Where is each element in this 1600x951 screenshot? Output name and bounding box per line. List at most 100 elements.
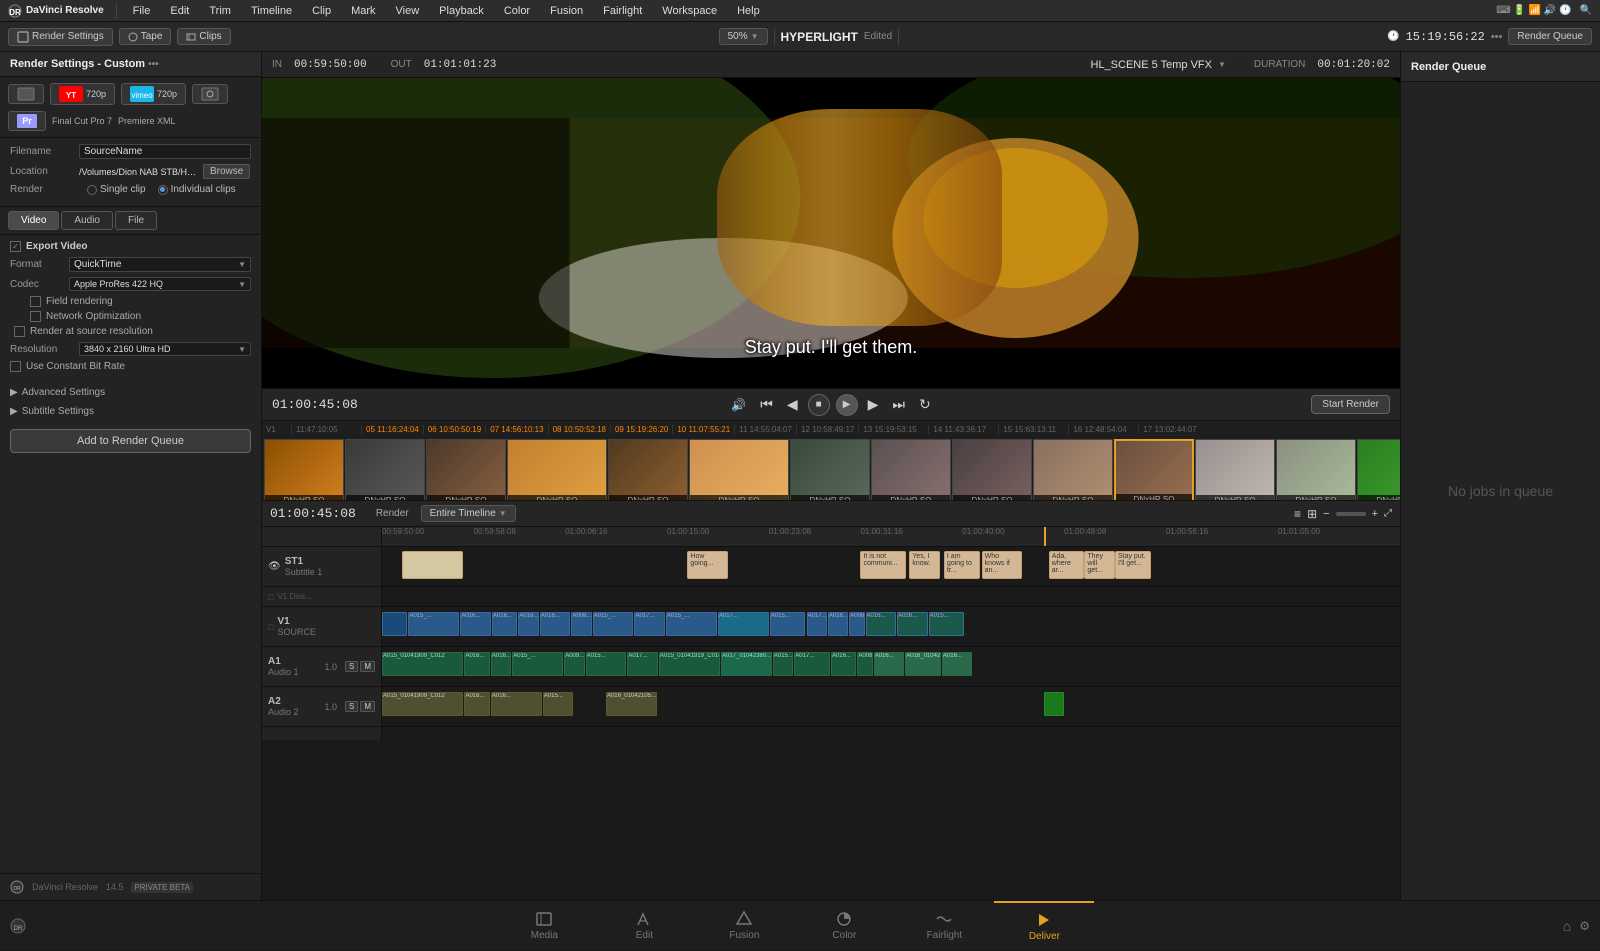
sub-clip-8[interactable]: Stay put. I'll get...	[1115, 551, 1151, 579]
clip-thumb-13[interactable]: DNxHR SQ	[1276, 439, 1356, 500]
tab-audio[interactable]: Audio	[61, 211, 113, 230]
src-clip-5[interactable]: A016...	[540, 612, 571, 636]
src-clip-16[interactable]: A016...	[897, 612, 928, 636]
timeline-playhead[interactable]	[1044, 527, 1046, 546]
nav-house-icon[interactable]: ⌂	[1563, 918, 1571, 934]
render-queue-btn[interactable]: Render Queue	[1508, 28, 1592, 45]
constant-bitrate-cb[interactable]	[10, 361, 21, 372]
clip-thumb-2[interactable]: DNxHR SQ	[345, 439, 425, 500]
src-clip-10[interactable]: A017...	[718, 612, 769, 636]
video-area[interactable]: Stay put. I'll get them.	[262, 78, 1400, 388]
nav-edit[interactable]: Edit	[594, 901, 694, 951]
clip-thumb-1[interactable]: DNxHR SQ	[264, 439, 344, 500]
audio1-clip-14[interactable]: A016...	[874, 652, 905, 676]
menu-trim[interactable]: Trim	[205, 5, 235, 17]
tape-btn[interactable]: Tape	[119, 28, 172, 45]
clip-thumb-9[interactable]: DNxHR SQ	[952, 439, 1032, 500]
nav-media[interactable]: Media	[494, 901, 594, 951]
search-icon[interactable]: 🔍	[1580, 5, 1592, 16]
preset-fcp[interactable]: Final Cut Pro 7	[52, 116, 112, 126]
src-clip-3[interactable]: A016...	[492, 612, 517, 636]
preset-film[interactable]	[192, 84, 228, 104]
field-rendering-cb[interactable]	[30, 296, 41, 307]
list-view-icon[interactable]: ≡	[1294, 507, 1301, 521]
menu-mark[interactable]: Mark	[347, 5, 379, 17]
preset-vimeo[interactable]: vimeo 720p	[121, 83, 186, 105]
src-clip-4[interactable]: A016...	[518, 612, 538, 636]
src-clip-9[interactable]: A015_...	[666, 612, 717, 636]
audio2-clip-5[interactable]: A016_01042105...	[606, 692, 657, 716]
sub-clip-5[interactable]: Who knows if an...	[982, 551, 1023, 579]
audio1-clip-5[interactable]: A009...	[564, 652, 584, 676]
preset-premiere[interactable]: Pr	[8, 111, 46, 131]
format-select[interactable]: QuickTime ▼	[69, 257, 251, 272]
menu-playback[interactable]: Playback	[435, 5, 488, 17]
fit-timeline-btn[interactable]: ⤢	[1384, 508, 1392, 519]
clip-thumb-6[interactable]: DNxHR SQ	[689, 439, 789, 500]
sub-clip-3[interactable]: Yes, I know.	[909, 551, 940, 579]
sub-clip-7[interactable]: They will get...	[1084, 551, 1115, 579]
src-clip-6[interactable]: A008...	[571, 612, 591, 636]
audio1-clip-8[interactable]: A015_01041919_C014	[659, 652, 720, 676]
menu-edit[interactable]: Edit	[166, 5, 193, 17]
tab-file[interactable]: File	[115, 211, 157, 230]
clip-thumb-14[interactable]: DNxHR SQ	[1357, 439, 1400, 500]
export-video-checkbox[interactable]	[10, 241, 21, 252]
audio1-clip-3[interactable]: A016...	[491, 652, 511, 676]
clips-btn[interactable]: Clips	[177, 28, 230, 45]
zoom-out-btn[interactable]: −	[1323, 508, 1329, 520]
loop-btn[interactable]: ↻	[915, 394, 935, 415]
network-opt-cb[interactable]	[30, 311, 41, 322]
filename-input[interactable]	[79, 144, 251, 159]
resolution-select[interactable]: 3840 x 2160 Ultra HD ▼	[79, 342, 251, 356]
individual-clips-radio[interactable]: Individual clips	[158, 184, 236, 195]
nav-deliver[interactable]: Deliver	[994, 901, 1094, 951]
audio2-clip-4[interactable]: A015...	[543, 692, 574, 716]
timeline-content-area[interactable]: 00:59:50:00 00:59:58:08 01:00:06:16 01:0…	[382, 527, 1400, 740]
audio1-clip-6[interactable]: A015...	[586, 652, 627, 676]
go-to-start-btn[interactable]: ⏮	[756, 394, 777, 415]
src-clip-15[interactable]: A016...	[866, 612, 897, 636]
audio1-clip-9[interactable]: A017_01042380...	[721, 652, 772, 676]
audio2-green-clip[interactable]	[1044, 692, 1064, 716]
audio1-clip-13[interactable]: A008...	[857, 652, 872, 676]
sub-clip-2[interactable]: It is not communi...	[860, 551, 906, 579]
panel-options[interactable]: •••	[148, 59, 159, 70]
add-to-render-queue-btn[interactable]: Add to Render Queue	[10, 429, 251, 453]
a2-s-btn[interactable]: S	[345, 701, 358, 712]
audio1-clip-4[interactable]: A015_...	[512, 652, 563, 676]
src-clip-start[interactable]	[382, 612, 407, 636]
clip-thumb-12[interactable]: DNxHR SQ	[1195, 439, 1275, 500]
clip-thumb-4[interactable]: DNxHR SQ	[507, 439, 607, 500]
audio1-clip-15[interactable]: A016_01042105...	[905, 652, 941, 676]
entire-timeline-btn[interactable]: Entire Timeline ▼	[421, 505, 516, 522]
tab-video[interactable]: Video	[8, 211, 59, 230]
preset-youtube[interactable]: YT 720p	[50, 83, 115, 105]
storyboard-icon[interactable]: ⊞	[1307, 507, 1317, 521]
step-back-btn[interactable]: ◀	[783, 394, 802, 415]
src-clip-14[interactable]: A008...	[849, 612, 864, 636]
render-settings-btn[interactable]: Render Settings	[8, 28, 113, 46]
audio1-clip-7[interactable]: A017...	[627, 652, 658, 676]
single-clip-radio[interactable]: Single clip	[87, 184, 146, 195]
audio2-clip-2[interactable]: A016...	[464, 692, 489, 716]
menu-help[interactable]: Help	[733, 5, 764, 17]
clip-thumb-11[interactable]: DNxHR SQ	[1114, 439, 1194, 500]
src-clip-8[interactable]: A017...	[634, 612, 665, 636]
audio1-clip-1[interactable]: A015_01041909_C012	[382, 652, 463, 676]
audio1-clip-16[interactable]: A016...	[942, 652, 973, 676]
sub-clip-6[interactable]: Ada, where ar...	[1049, 551, 1085, 579]
src-clip-12[interactable]: A017...	[807, 612, 827, 636]
menu-file[interactable]: File	[129, 5, 155, 17]
menu-view[interactable]: View	[392, 5, 424, 17]
menu-workspace[interactable]: Workspace	[658, 5, 721, 17]
render-source-cb[interactable]	[14, 326, 25, 337]
zoom-control[interactable]: 50% ▼	[719, 28, 768, 45]
audio2-clip-3[interactable]: A016...	[491, 692, 542, 716]
browse-btn[interactable]: Browse	[203, 164, 250, 179]
sub-clip-1[interactable]: How going...	[687, 551, 728, 579]
advanced-settings-row[interactable]: ▶ Advanced Settings	[0, 383, 261, 402]
menu-clip[interactable]: Clip	[308, 5, 335, 17]
sub-clip-blank[interactable]	[402, 551, 463, 579]
src-clip-7[interactable]: A015_...	[593, 612, 634, 636]
